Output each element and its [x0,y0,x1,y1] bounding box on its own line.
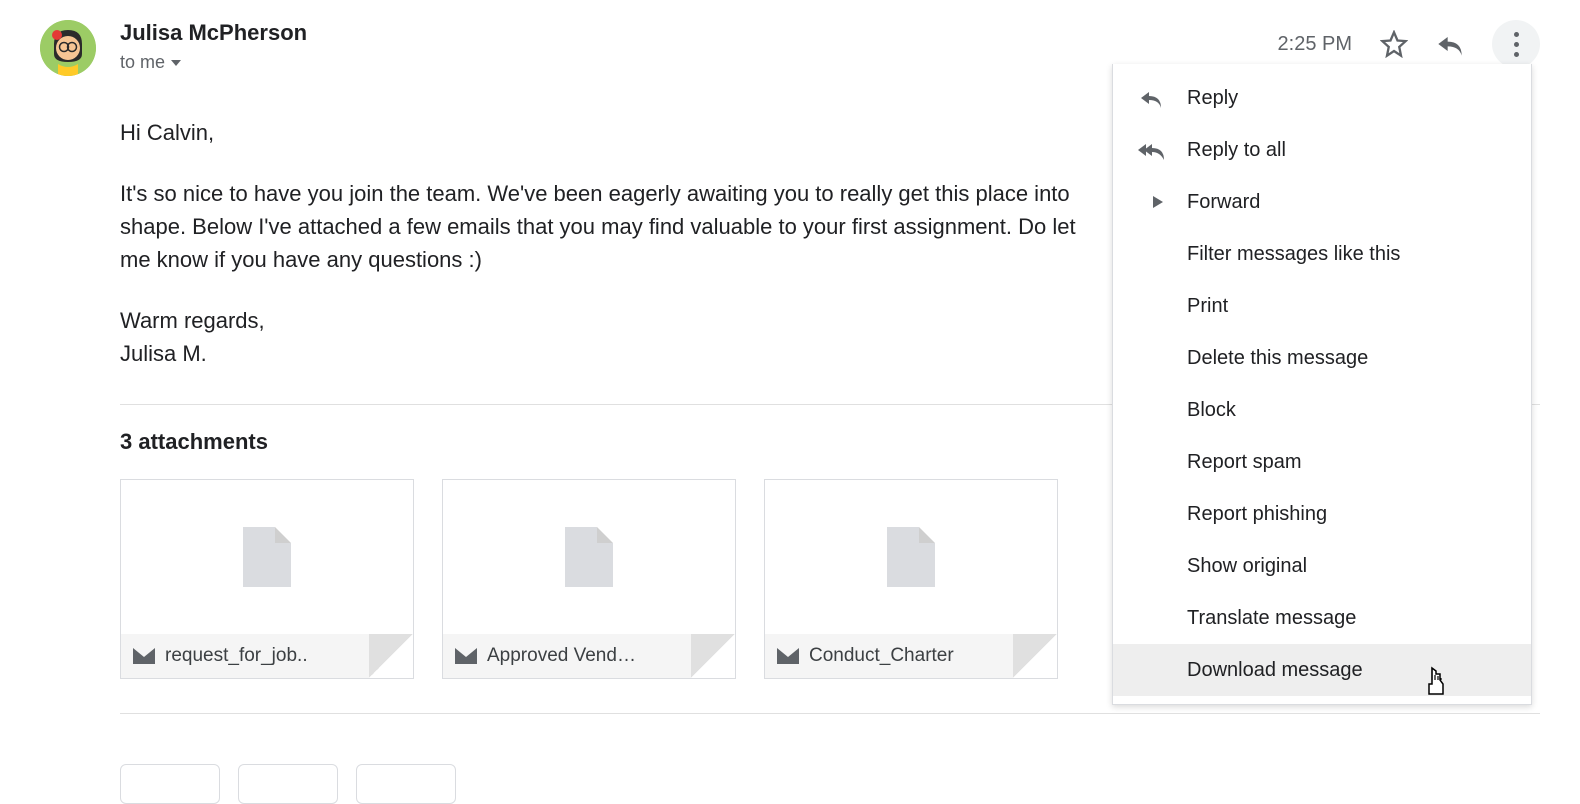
attachment-card[interactable]: request_for_job.. [120,479,414,679]
header-actions: 2:25 PM [1278,20,1540,68]
dog-ear-icon [369,634,413,678]
attachment-preview [121,480,413,634]
reply-all-icon [1137,140,1165,160]
cursor-pointer-icon [1422,666,1450,703]
mail-icon [455,648,477,664]
file-icon [243,527,291,587]
menu-item-report-spam[interactable]: Report spam [1113,436,1531,488]
suggested-reply-button[interactable] [120,764,220,804]
more-actions-button[interactable] [1492,20,1540,68]
attachment-footer: Approved Vend… [443,634,735,678]
more-actions-menu: Reply Reply to all Forward Filter messag… [1112,64,1532,705]
avatar[interactable] [40,20,96,76]
file-icon [887,527,935,587]
menu-label: Reply [1187,87,1238,110]
email-body: Hi Calvin, It's so nice to have you join… [120,116,1080,370]
menu-item-download-message[interactable]: Download message [1113,644,1531,696]
attachment-preview [443,480,735,634]
menu-item-print[interactable]: Print [1113,280,1531,332]
divider [120,713,1540,714]
body-paragraph: It's so nice to have you join the team. … [120,177,1080,276]
caret-down-icon [171,60,181,66]
attachment-card[interactable]: Conduct_Charter [764,479,1058,679]
body-closing: Warm regards, Julisa M. [120,304,1080,370]
sender-block: Julisa McPherson to me [120,20,1278,73]
menu-label: Translate message [1187,607,1356,630]
attachment-footer: Conduct_Charter [765,634,1057,678]
menu-item-filter[interactable]: Filter messages like this [1113,228,1531,280]
menu-item-report-phishing[interactable]: Report phishing [1113,488,1531,540]
attachment-label: Conduct_Charter [809,645,954,667]
attachment-footer: request_for_job.. [121,634,413,678]
menu-label: Block [1187,399,1236,422]
menu-label: Reply to all [1187,139,1286,162]
recipient-dropdown[interactable]: to me [120,52,1278,73]
star-button[interactable] [1380,30,1408,58]
menu-item-translate[interactable]: Translate message [1113,592,1531,644]
attachment-label: Approved Vend… [487,645,636,667]
menu-label: Forward [1187,191,1260,214]
menu-item-reply-all[interactable]: Reply to all [1113,124,1531,176]
mail-icon [777,648,799,664]
forward-icon [1137,193,1165,211]
menu-item-block[interactable]: Block [1113,384,1531,436]
attachment-card[interactable]: Approved Vend… [442,479,736,679]
dog-ear-icon [691,634,735,678]
dog-ear-icon [1013,634,1057,678]
menu-label: Filter messages like this [1187,243,1400,266]
suggested-reply-button[interactable] [238,764,338,804]
menu-label: Print [1187,295,1228,318]
file-icon [565,527,613,587]
menu-item-reply[interactable]: Reply [1113,72,1531,124]
body-greeting: Hi Calvin, [120,116,1080,149]
menu-item-forward[interactable]: Forward [1113,176,1531,228]
reply-button-row [120,764,1540,804]
reply-icon [1137,88,1165,108]
menu-label: Show original [1187,555,1307,578]
sender-name: Julisa McPherson [120,20,1278,46]
menu-label: Delete this message [1187,347,1368,370]
reply-button[interactable] [1436,32,1464,56]
menu-label: Download message [1187,659,1363,682]
menu-label: Report spam [1187,451,1302,474]
menu-item-delete[interactable]: Delete this message [1113,332,1531,384]
menu-item-show-original[interactable]: Show original [1113,540,1531,592]
mail-icon [133,648,155,664]
menu-label: Report phishing [1187,503,1327,526]
suggested-reply-button[interactable] [356,764,456,804]
attachment-label: request_for_job.. [165,645,308,667]
timestamp: 2:25 PM [1278,33,1352,56]
attachment-preview [765,480,1057,634]
recipient-text: to me [120,52,165,73]
